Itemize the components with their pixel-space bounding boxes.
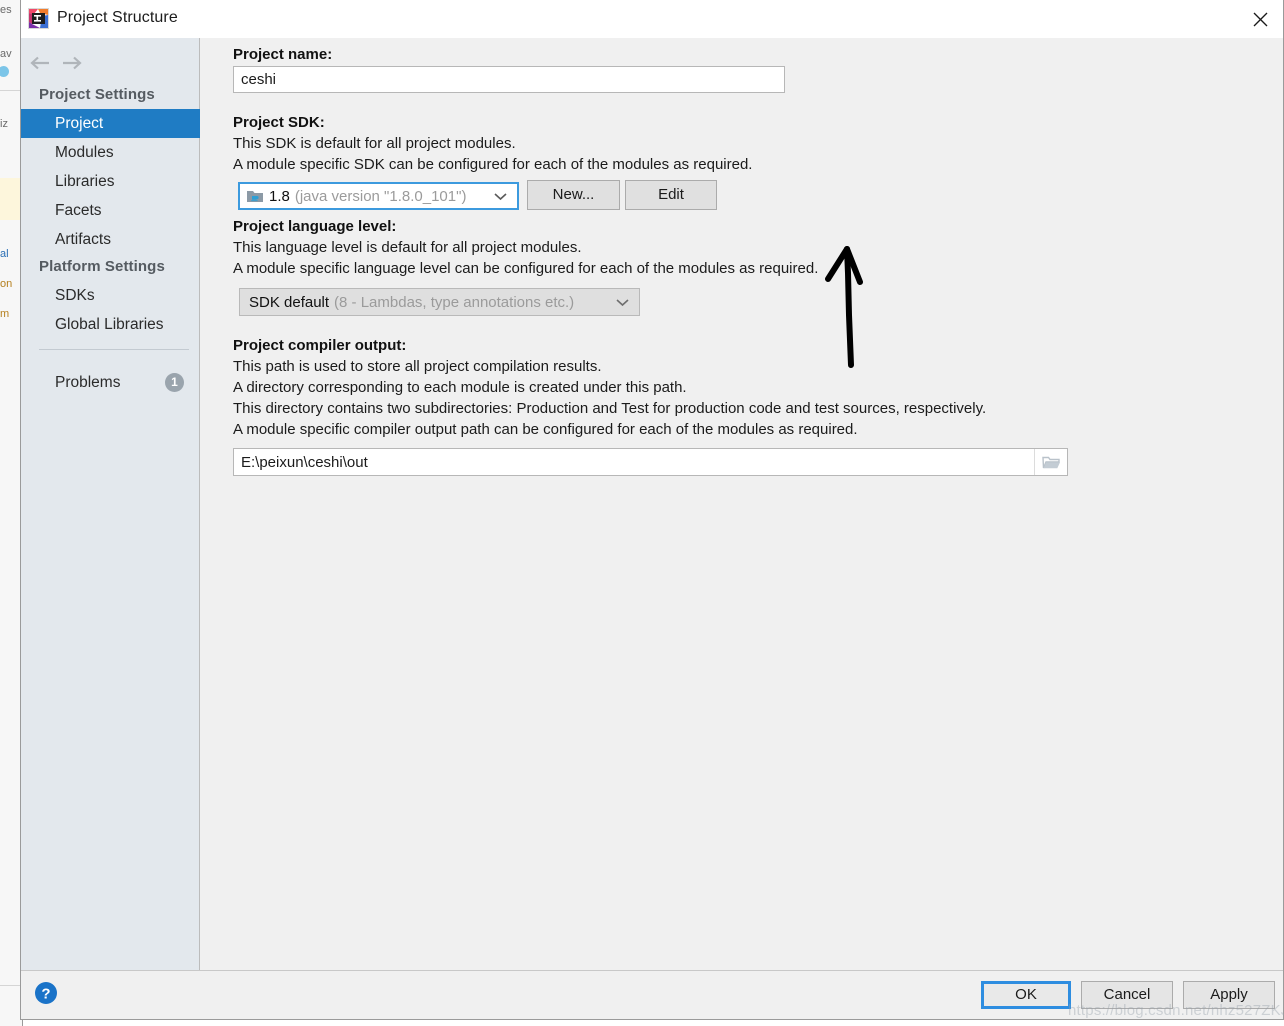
sidebar-group-platform-settings: Platform Settings — [39, 258, 165, 275]
bg-fragment: es — [0, 4, 12, 16]
arrow-left-icon[interactable] — [27, 50, 53, 76]
compiler-output-path-field[interactable]: E:\peixun\ceshi\out — [233, 448, 1068, 476]
hand-drawn-arrow — [815, 243, 895, 368]
language-level-label: Project language level: — [233, 218, 397, 235]
bg-divider — [0, 985, 22, 986]
sidebar-item-project[interactable]: Project — [21, 109, 200, 138]
bg-fragment: iz — [0, 118, 8, 130]
sidebar-item-modules[interactable]: Modules — [21, 138, 200, 167]
sidebar-group-project-settings: Project Settings — [39, 86, 155, 103]
sidebar-item-global-libraries[interactable]: Global Libraries — [21, 310, 200, 339]
folder-browse-icon[interactable] — [1034, 449, 1067, 475]
sidebar-item-libraries[interactable]: Libraries — [21, 167, 200, 196]
compiler-output-desc-4: A module specific compiler output path c… — [233, 421, 858, 438]
compiler-output-label: Project compiler output: — [233, 337, 407, 354]
navigation-arrows — [21, 46, 200, 80]
dialog-title: Project Structure — [57, 9, 178, 26]
sidebar-item-artifacts[interactable]: Artifacts — [21, 225, 200, 254]
new-sdk-button[interactable]: New... — [527, 180, 620, 210]
bg-avatar-dot — [0, 66, 9, 77]
cancel-button[interactable]: Cancel — [1081, 981, 1173, 1009]
project-sdk-value: 1.8 — [269, 187, 290, 205]
ok-button[interactable]: OK — [981, 981, 1071, 1009]
problems-badge: 1 — [165, 373, 184, 392]
project-name-label: Project name: — [233, 46, 333, 63]
intellij-idea-icon — [28, 8, 49, 29]
bg-highlight — [0, 178, 22, 220]
arrow-right-icon[interactable] — [59, 50, 85, 76]
help-question-icon[interactable]: ? — [33, 980, 59, 1006]
bg-fragment: on — [0, 278, 13, 290]
compiler-output-path-value: E:\peixun\ceshi\out — [241, 453, 368, 471]
project-sdk-detail: (java version "1.8.0_101") — [294, 187, 467, 205]
sidebar-divider — [39, 349, 189, 350]
language-level-combobox[interactable]: SDK default (8 - Lambdas, type annotatio… — [239, 288, 640, 316]
sidebar-item-facets[interactable]: Facets — [21, 196, 200, 225]
language-level-detail: (8 - Lambdas, type annotations etc.) — [334, 293, 575, 311]
language-level-desc-1: This language level is default for all p… — [233, 239, 582, 256]
project-name-input[interactable]: ceshi — [233, 66, 785, 93]
bg-fragment: al — [0, 248, 9, 260]
svg-text:?: ? — [41, 986, 50, 1003]
compiler-output-desc-1: This path is used to store all project c… — [233, 358, 602, 375]
close-icon[interactable] — [1237, 0, 1283, 38]
compiler-output-desc-3: This directory contains two subdirectori… — [233, 400, 987, 417]
chevron-down-icon[interactable] — [616, 294, 629, 311]
java-sdk-folder-icon — [246, 188, 264, 204]
bg-fragment: m — [0, 308, 10, 320]
project-sdk-desc-2: A module specific SDK can be configured … — [233, 156, 753, 173]
apply-button[interactable]: Apply — [1183, 981, 1275, 1009]
project-sdk-desc-1: This SDK is default for all project modu… — [233, 135, 516, 152]
dialog-footer: ? OK Cancel Apply — [21, 970, 1283, 1019]
language-level-desc-2: A module specific language level can be … — [233, 260, 819, 277]
dialog-titlebar: Project Structure — [21, 0, 1283, 38]
sidebar-item-label: Problems — [55, 374, 121, 391]
project-sdk-combobox[interactable]: 1.8 (java version "1.8.0_101") — [238, 182, 519, 210]
chevron-down-icon[interactable] — [494, 188, 507, 205]
language-level-value: SDK default — [249, 293, 330, 311]
edit-sdk-button[interactable]: Edit — [625, 180, 717, 210]
sidebar-item-problems[interactable]: Problems 1 — [21, 368, 200, 397]
settings-sidebar: Project Settings Project Modules Librari… — [21, 38, 200, 971]
project-structure-dialog: Project Structure Project Settings Proje… — [20, 0, 1284, 1020]
project-settings-pane: Project name: ceshi Project SDK: This SD… — [201, 38, 1283, 971]
compiler-output-desc-2: A directory corresponding to each module… — [233, 379, 687, 396]
bg-divider — [0, 90, 22, 91]
project-sdk-label: Project SDK: — [233, 114, 325, 131]
bg-fragment: av — [0, 48, 12, 60]
sidebar-item-sdks[interactable]: SDKs — [21, 281, 200, 310]
